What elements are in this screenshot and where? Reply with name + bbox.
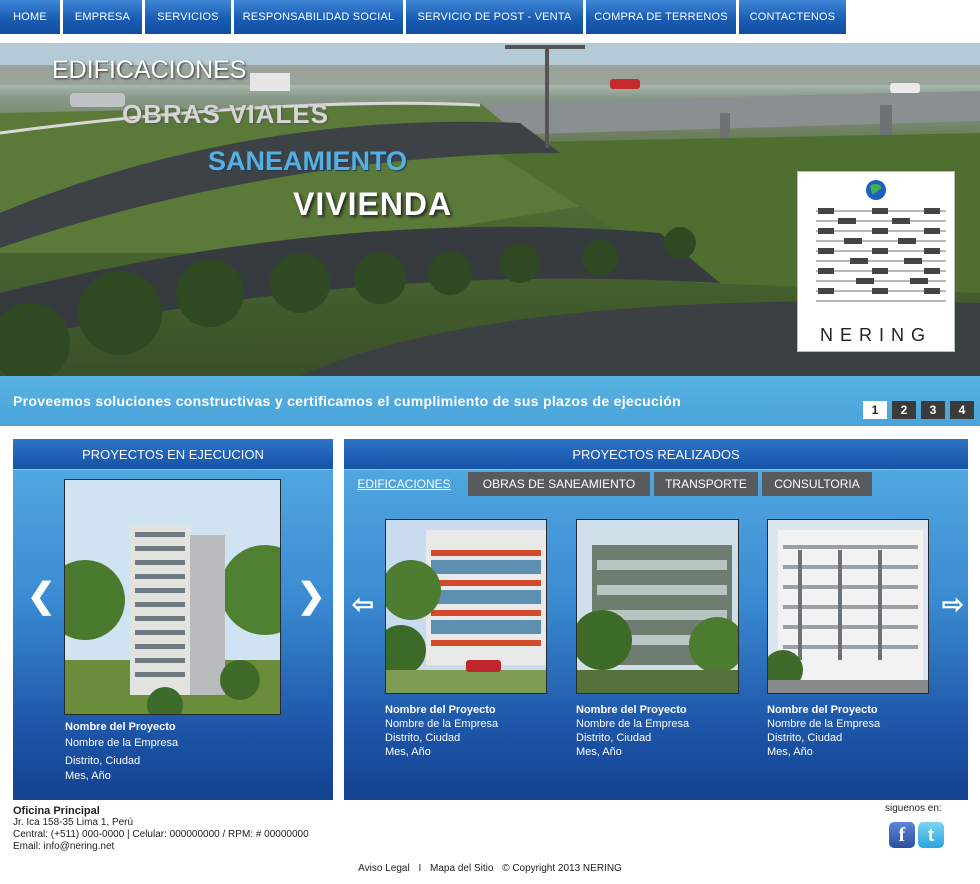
office-address: Jr. Ica 158-35 Lima 1, Perú xyxy=(13,817,134,828)
nav-home[interactable]: HOME xyxy=(0,0,63,34)
hero-banner: EDIFICACIONES OBRAS VIALES SANEAMIENTO V… xyxy=(0,43,980,376)
next-arrow-icon[interactable]: ⇨ xyxy=(942,591,964,617)
nav-contactenos[interactable]: CONTACTENOS xyxy=(739,0,846,34)
project-name[interactable]: Nombre del Proyecto xyxy=(385,704,496,716)
slide-page-1[interactable]: 1 xyxy=(863,401,887,419)
prev-arrow-icon[interactable]: ❮ xyxy=(27,579,56,613)
slider-pager: 1 2 3 4 xyxy=(863,401,974,419)
hero-word-saneamiento: SANEAMIENTO xyxy=(208,146,408,176)
hero-word-obras-viales: OBRAS VIALES xyxy=(122,99,330,129)
slide-page-3[interactable]: 3 xyxy=(921,401,945,419)
next-arrow-icon[interactable]: ❯ xyxy=(297,579,326,613)
social-label: siguenos en: xyxy=(885,803,942,814)
slide-page-4[interactable]: 4 xyxy=(950,401,974,419)
footer-links: Aviso Legal I Mapa del Sitio © Copyright… xyxy=(0,863,980,874)
link-aviso-legal[interactable]: Aviso Legal xyxy=(358,863,410,874)
project-location: Distrito, Ciudad xyxy=(576,732,652,744)
office-email[interactable]: Email: info@nering.net xyxy=(13,841,309,853)
project-date: Mes, Año xyxy=(385,746,431,758)
tab-transporte[interactable]: TRANSPORTE xyxy=(654,472,758,496)
panel-title: PROYECTOS REALIZADOS xyxy=(344,439,968,470)
project-name[interactable]: Nombre del Proyecto xyxy=(767,704,878,716)
nav-servicios[interactable]: SERVICIOS xyxy=(145,0,234,34)
hero-word-edificaciones: EDIFICACIONES xyxy=(52,56,247,84)
projects-in-progress-panel: PROYECTOS EN EJECUCION ❮ ❯ Nombre del Pr… xyxy=(13,439,333,800)
slogan-band: Proveemos soluciones constructivas y cer… xyxy=(0,376,980,426)
top-navigation: HOME EMPRESA SERVICIOS RESPONSABILIDAD S… xyxy=(0,0,980,34)
tab-obras-saneamiento[interactable]: OBRAS DE SANEAMIENTO xyxy=(468,472,650,496)
nav-post-venta[interactable]: SERVICIO DE POST - VENTA xyxy=(406,0,586,34)
office-info: Oficina Principal Jr. Ica 158-35 Lima 1,… xyxy=(13,805,309,853)
globe-logo-icon xyxy=(816,180,946,302)
project-photo-2[interactable] xyxy=(576,519,739,694)
office-heading: Oficina Principal xyxy=(13,805,100,817)
facebook-icon[interactable]: f xyxy=(889,822,915,848)
nav-compra-terrenos[interactable]: COMPRA DE TERRENOS xyxy=(586,0,739,34)
panel-title: PROYECTOS EN EJECUCION xyxy=(13,439,333,470)
category-tabs: EDIFICACIONES OBRAS DE SANEAMIENTO TRANS… xyxy=(344,472,872,496)
link-mapa-sitio[interactable]: Mapa del Sitio xyxy=(430,863,493,874)
office-phones: Central: (+511) 000-0000 | Celular: 0000… xyxy=(13,829,309,840)
nav-empresa[interactable]: EMPRESA xyxy=(63,0,145,34)
project-photo-1[interactable] xyxy=(385,519,547,694)
slide-page-2[interactable]: 2 xyxy=(892,401,916,419)
tab-edificaciones[interactable]: EDIFICACIONES xyxy=(344,472,464,496)
twitter-icon[interactable]: t xyxy=(918,822,944,848)
project-photo-3[interactable] xyxy=(767,519,929,694)
project-company: Nombre de la Empresa xyxy=(576,718,690,730)
hero-word-vivienda: VIVIENDA xyxy=(293,186,453,222)
project-date: Mes, Año xyxy=(767,746,813,758)
project-location: Distrito, Ciudad xyxy=(65,755,141,767)
project-company: Nombre de la Empresa xyxy=(65,737,179,749)
completed-projects-panel: PROYECTOS REALIZADOS EDIFICACIONES OBRAS… xyxy=(344,439,968,800)
link-separator: I xyxy=(418,863,422,874)
project-location: Distrito, Ciudad xyxy=(385,732,461,744)
copyright-text: © Copyright 2013 NERING xyxy=(502,863,622,874)
project-date: Mes, Año xyxy=(65,770,111,782)
project-name[interactable]: Nombre del Proyecto xyxy=(576,704,687,716)
project-name[interactable]: Nombre del Proyecto xyxy=(65,721,176,733)
slogan-text: Proveemos soluciones constructivas y cer… xyxy=(13,393,681,409)
tab-consultoria[interactable]: CONSULTORIA xyxy=(762,472,872,496)
logo-wordmark: NERING xyxy=(819,325,932,345)
project-photo-tower[interactable] xyxy=(64,479,281,715)
project-location: Distrito, Ciudad xyxy=(767,732,843,744)
nering-logo: NERING xyxy=(797,171,955,352)
prev-arrow-icon[interactable]: ⇦ xyxy=(352,591,374,617)
project-company: Nombre de la Empresa xyxy=(385,718,499,730)
nav-responsabilidad-social[interactable]: RESPONSABILIDAD SOCIAL xyxy=(234,0,406,34)
project-date: Mes, Año xyxy=(576,746,622,758)
project-company: Nombre de la Empresa xyxy=(767,718,881,730)
